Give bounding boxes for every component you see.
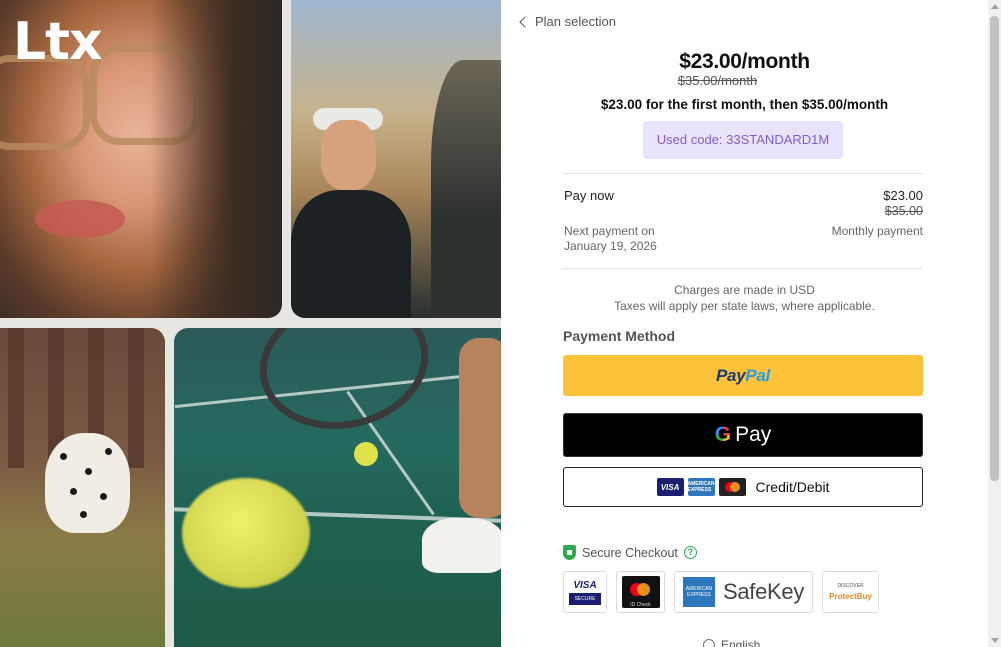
- help-icon[interactable]: ?: [683, 546, 697, 559]
- globe-icon: [703, 639, 715, 647]
- chevron-left-icon: [519, 16, 531, 28]
- page-scrollbar[interactable]: [988, 0, 1001, 647]
- checkout-page: Ltx Plan selection $23.00/month $35.00/m…: [0, 0, 1001, 647]
- scroll-down-arrow-icon[interactable]: [991, 638, 999, 643]
- next-payment-type: Monthly payment: [831, 224, 923, 238]
- language-label: English: [721, 638, 761, 647]
- scrollbar-thumb[interactable]: [990, 16, 999, 481]
- paypal-button[interactable]: PayPal: [563, 355, 923, 396]
- pay-now-label: Pay now: [564, 188, 614, 203]
- price-headline: $23.00/month: [679, 50, 810, 73]
- paypal-logo: PayPal: [716, 365, 770, 385]
- amex-icon: AMERICAN EXPRESS: [687, 478, 715, 496]
- payment-method-title: Payment Method: [563, 328, 676, 344]
- mastercard-icon: [718, 478, 746, 496]
- pay-now-original-amount: $35.00: [884, 204, 923, 218]
- promo-description: $23.00 for the first month, then $35.00/…: [600, 97, 889, 112]
- promo-code-badge: Used code: 33STANDARD1M: [643, 121, 843, 159]
- currency-note: Charges are made in USD: [674, 283, 815, 297]
- divider: [563, 268, 923, 269]
- hero-collage: Ltx: [0, 0, 501, 647]
- photo-dalmatian: [0, 328, 165, 647]
- divider: [563, 173, 923, 174]
- secure-checkout: Secure Checkout ?: [563, 545, 697, 560]
- photo-tennis-players: [291, 0, 501, 318]
- checkout-panel: Plan selection $23.00/month $35.00/month…: [501, 0, 988, 647]
- next-payment-date: January 19, 2026: [564, 239, 657, 253]
- pay-now-amount: $23.00: [883, 188, 923, 203]
- original-price: $35.00/month: [677, 73, 758, 88]
- back-to-plan-selection[interactable]: Plan selection: [519, 14, 616, 29]
- tax-note: Taxes will apply per state laws, where a…: [614, 299, 875, 313]
- google-g-icon: G: [714, 423, 732, 446]
- visa-secure-badge: VISA SECURE: [563, 571, 607, 613]
- visa-icon: VISA: [656, 478, 684, 496]
- language-selector[interactable]: English: [703, 638, 760, 647]
- amex-icon: AMERICAN EXPRESS: [682, 577, 715, 607]
- shield-lock-icon: [563, 545, 576, 560]
- credit-debit-button[interactable]: VISA AMERICAN EXPRESS Credit/Debit: [563, 467, 923, 507]
- amex-safekey-badge: AMERICAN EXPRESS SafeKey: [674, 571, 813, 613]
- credit-debit-label: Credit/Debit: [755, 479, 830, 495]
- photo-tennis-court: [174, 328, 501, 647]
- discover-protectbuy-badge: DISCOVER ProtectBuy: [822, 571, 879, 613]
- charges-note: Charges are made in USD Taxes will apply…: [501, 282, 988, 314]
- google-pay-button[interactable]: G Pay: [563, 413, 923, 457]
- back-label: Plan selection: [535, 14, 616, 29]
- secure-checkout-label: Secure Checkout: [582, 545, 678, 560]
- next-payment-label: Next payment on: [564, 224, 655, 238]
- mastercard-id-check-badge: ID Check: [616, 571, 665, 613]
- google-pay-label: Pay: [735, 423, 772, 446]
- card-network-icons: VISA AMERICAN EXPRESS: [656, 478, 746, 496]
- ltx-logo[interactable]: Ltx: [13, 16, 103, 68]
- scroll-up-arrow-icon[interactable]: [991, 4, 999, 9]
